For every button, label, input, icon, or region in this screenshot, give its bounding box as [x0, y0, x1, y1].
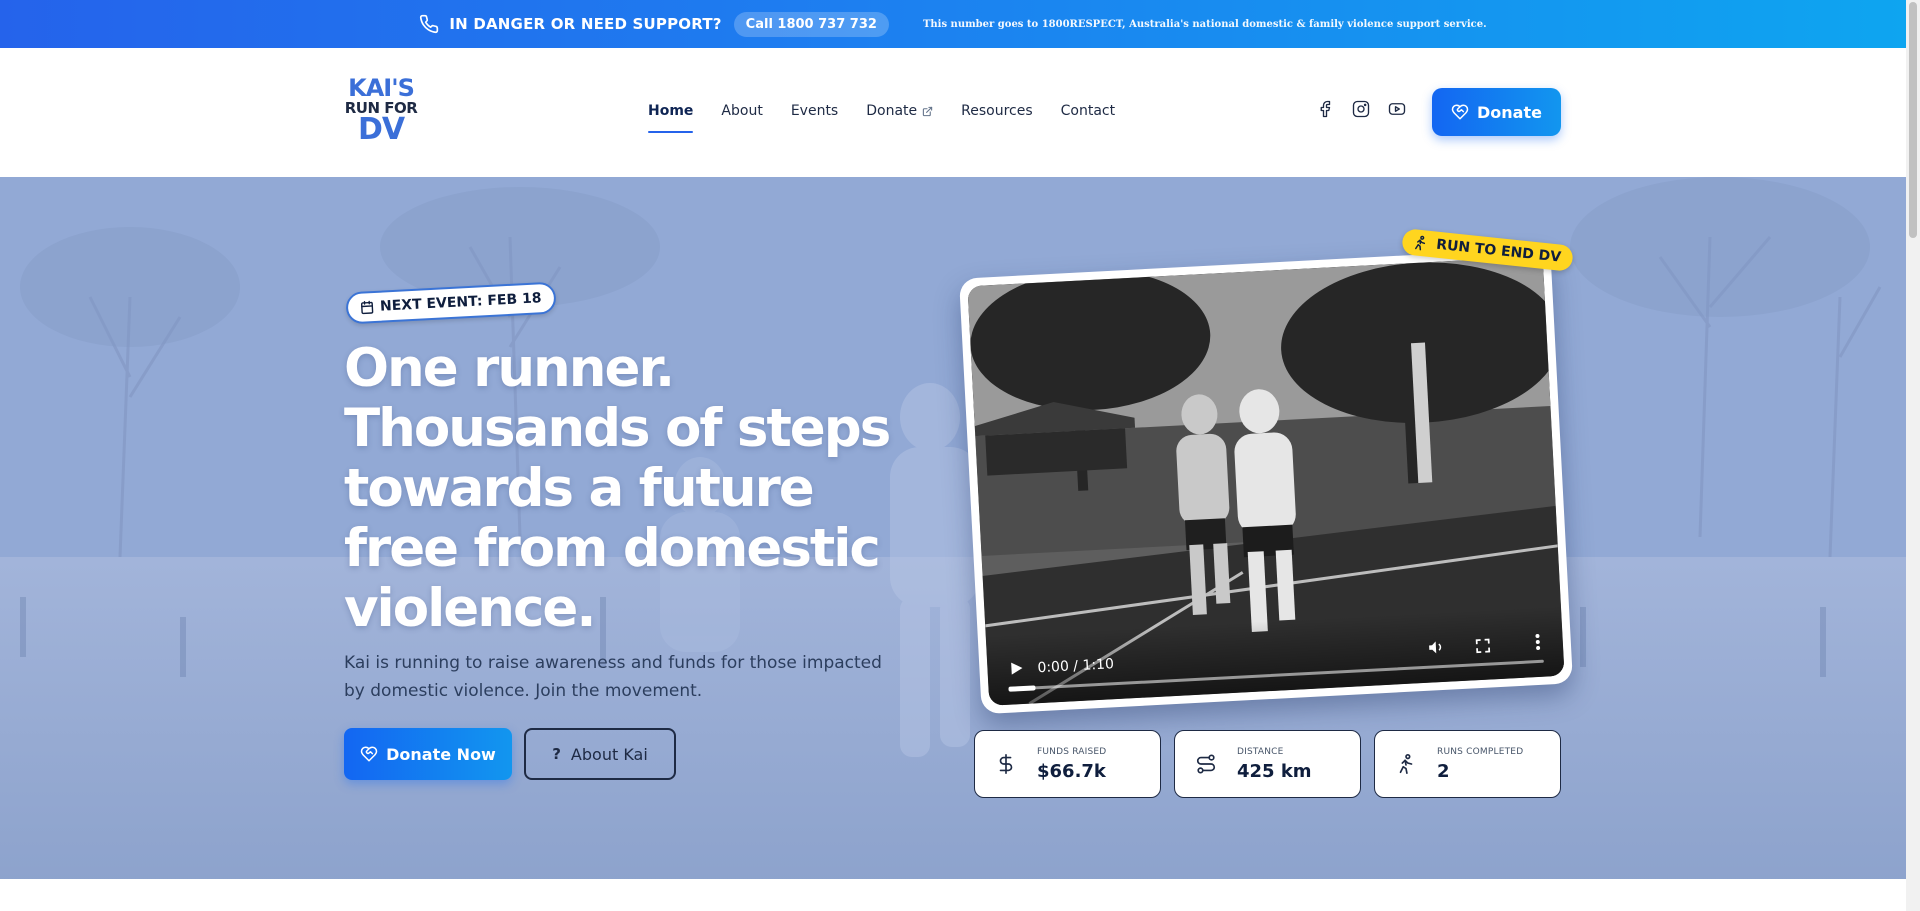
- danger-text: IN DANGER OR NEED SUPPORT?: [449, 15, 722, 33]
- stat-card-funds: FUNDS RAISED $66.7k: [974, 730, 1161, 798]
- support-bar: IN DANGER OR NEED SUPPORT? Call 1800 737…: [0, 0, 1906, 48]
- calendar-icon: [360, 300, 375, 315]
- hero-headline: One runner. Thousands of steps towards a…: [344, 338, 891, 639]
- logo-line-3: DV: [357, 112, 405, 147]
- nav-item-donate[interactable]: Donate: [866, 103, 933, 127]
- instagram-icon[interactable]: [1352, 100, 1370, 118]
- nav-item-about[interactable]: About: [721, 103, 762, 127]
- stat-card-runs: RUNS COMPLETED 2: [1374, 730, 1561, 798]
- fullscreen-icon[interactable]: [1475, 637, 1492, 654]
- site-logo[interactable]: KAI'S RUN FOR DV: [344, 76, 418, 152]
- stat-label: RUNS COMPLETED: [1437, 746, 1524, 757]
- question-icon: ?: [552, 745, 561, 763]
- about-kai-label: About Kai: [570, 744, 648, 764]
- stat-label: DISTANCE: [1237, 746, 1284, 757]
- hotline-note: This number goes to 1800RESPECT, Austral…: [922, 18, 1487, 30]
- phone-icon: [419, 14, 439, 34]
- dollar-icon: [995, 753, 1017, 775]
- nav-item-resources[interactable]: Resources: [961, 103, 1033, 127]
- youtube-icon[interactable]: [1388, 100, 1406, 118]
- page-scrollbar[interactable]: [1906, 0, 1920, 911]
- nav-item-events[interactable]: Events: [791, 103, 838, 127]
- hero-subtext: Kai is running to raise awareness and fu…: [344, 653, 882, 701]
- route-icon: [1195, 753, 1217, 775]
- donate-now-label: Donate Now: [386, 744, 496, 764]
- header-donate-button[interactable]: Donate: [1432, 88, 1561, 136]
- hero-section: NEXT EVENT: FEB 18 One runner. Thousands…: [0, 177, 1906, 879]
- stat-label: FUNDS RAISED: [1037, 746, 1107, 757]
- heart-hand-icon: [360, 745, 378, 763]
- next-event-text: NEXT EVENT: FEB 18: [379, 290, 542, 315]
- nav-item-donate-label: Donate: [866, 103, 918, 119]
- runner-icon: [1395, 753, 1417, 775]
- external-link-icon: [922, 106, 933, 117]
- scrollbar-thumb[interactable]: [1909, 2, 1917, 238]
- call-hotline-button[interactable]: Call 1800 737 732: [733, 11, 889, 37]
- play-icon[interactable]: [1009, 660, 1024, 675]
- social-links: [1316, 100, 1406, 118]
- stat-value: 425 km: [1237, 760, 1312, 782]
- stat-card-distance: DISTANCE 425 km: [1174, 730, 1361, 798]
- hero-background-image: [0, 177, 1906, 879]
- nav-item-home[interactable]: Home: [648, 103, 694, 133]
- header-donate-label: Donate: [1477, 102, 1542, 122]
- video-time: 0:00 / 1:10: [1037, 656, 1115, 677]
- donate-now-button[interactable]: Donate Now: [344, 728, 512, 780]
- site-header: KAI'S RUN FOR DV Home About Events Donat…: [0, 48, 1906, 177]
- stat-value: $66.7k: [1037, 760, 1106, 782]
- heart-hand-icon: [1451, 103, 1469, 121]
- video-progress-fill: [1008, 685, 1036, 692]
- volume-icon[interactable]: [1426, 638, 1445, 657]
- video-player[interactable]: 0:00 / 1:10: [967, 256, 1565, 706]
- facebook-icon[interactable]: [1316, 100, 1334, 118]
- more-options-icon[interactable]: [1534, 633, 1541, 651]
- main-nav: Home About Events Donate Resources Conta…: [648, 103, 1115, 133]
- nav-item-contact[interactable]: Contact: [1061, 103, 1115, 127]
- video-card: 0:00 / 1:10: [958, 247, 1574, 715]
- about-kai-button[interactable]: ? About Kai: [524, 728, 676, 780]
- runner-icon: [1412, 234, 1430, 252]
- stat-value: 2: [1437, 760, 1450, 782]
- logo-line-1: KAI'S: [348, 74, 415, 102]
